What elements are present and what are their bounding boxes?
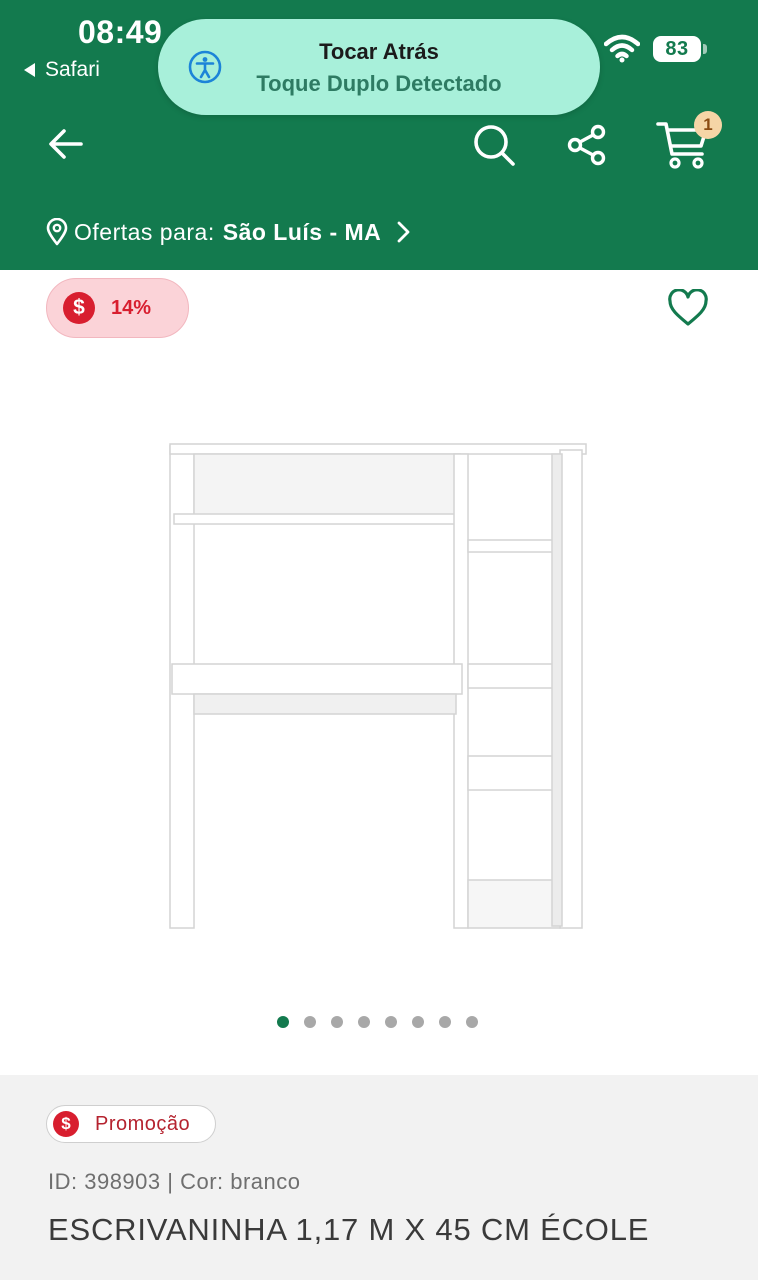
status-time: 08:49 <box>78 14 163 50</box>
share-icon[interactable] <box>566 124 608 166</box>
wifi-icon <box>604 34 640 63</box>
toast-subtitle: Toque Duplo Detectado <box>256 71 502 96</box>
location-pin-icon <box>46 218 68 246</box>
back-to-safari-label: Safari <box>45 58 100 81</box>
carousel-dot[interactable] <box>304 1016 316 1028</box>
battery-level: 83 <box>665 37 689 60</box>
carousel-dot[interactable] <box>385 1016 397 1028</box>
app-header: 08:49 Safari 83 Tocar Atrás Toque Duplo … <box>0 0 758 270</box>
image-carousel-dots <box>277 1016 493 1028</box>
dollar-icon: $ <box>53 1111 79 1137</box>
promo-label: Promoção <box>95 1112 191 1135</box>
chevron-right-icon <box>397 221 410 243</box>
carousel-dot[interactable] <box>412 1016 424 1028</box>
battery-indicator: 83 <box>653 36 701 62</box>
discount-badge: $ 14% <box>46 278 189 338</box>
carousel-dot[interactable] <box>331 1016 343 1028</box>
carousel-dot[interactable] <box>466 1016 478 1028</box>
search-icon[interactable] <box>472 123 516 167</box>
product-image[interactable] <box>160 436 590 936</box>
battery-nub <box>703 44 707 54</box>
location-city: São Luís - MA <box>222 218 382 245</box>
discount-percent: 14% <box>111 296 152 319</box>
carousel-dot[interactable] <box>439 1016 451 1028</box>
back-arrow-icon[interactable] <box>48 126 84 162</box>
cart-count-badge: 1 <box>694 111 722 139</box>
location-prefix: Ofertas para: <box>74 218 215 245</box>
promo-badge: $ Promoção <box>46 1105 216 1143</box>
accessibility-toast: Tocar Atrás Toque Duplo Detectado <box>158 19 600 115</box>
toast-title: Tocar Atrás <box>319 39 439 64</box>
product-id-color: ID: 398903 | Cor: branco <box>48 1169 301 1194</box>
product-info-panel: $ Promoção ID: 398903 | Cor: branco ESCR… <box>0 1075 758 1280</box>
location-selector[interactable]: Ofertas para: São Luís - MA <box>46 214 413 250</box>
back-triangle-icon <box>24 63 35 77</box>
back-to-safari[interactable]: Safari <box>24 58 100 82</box>
carousel-dot[interactable] <box>358 1016 370 1028</box>
heart-icon[interactable] <box>667 289 709 327</box>
carousel-dot-active[interactable] <box>277 1016 289 1028</box>
dollar-icon: $ <box>63 292 95 324</box>
product-title: ESCRIVANINHA 1,17 M X 45 CM ÉCOLE <box>48 1212 650 1247</box>
